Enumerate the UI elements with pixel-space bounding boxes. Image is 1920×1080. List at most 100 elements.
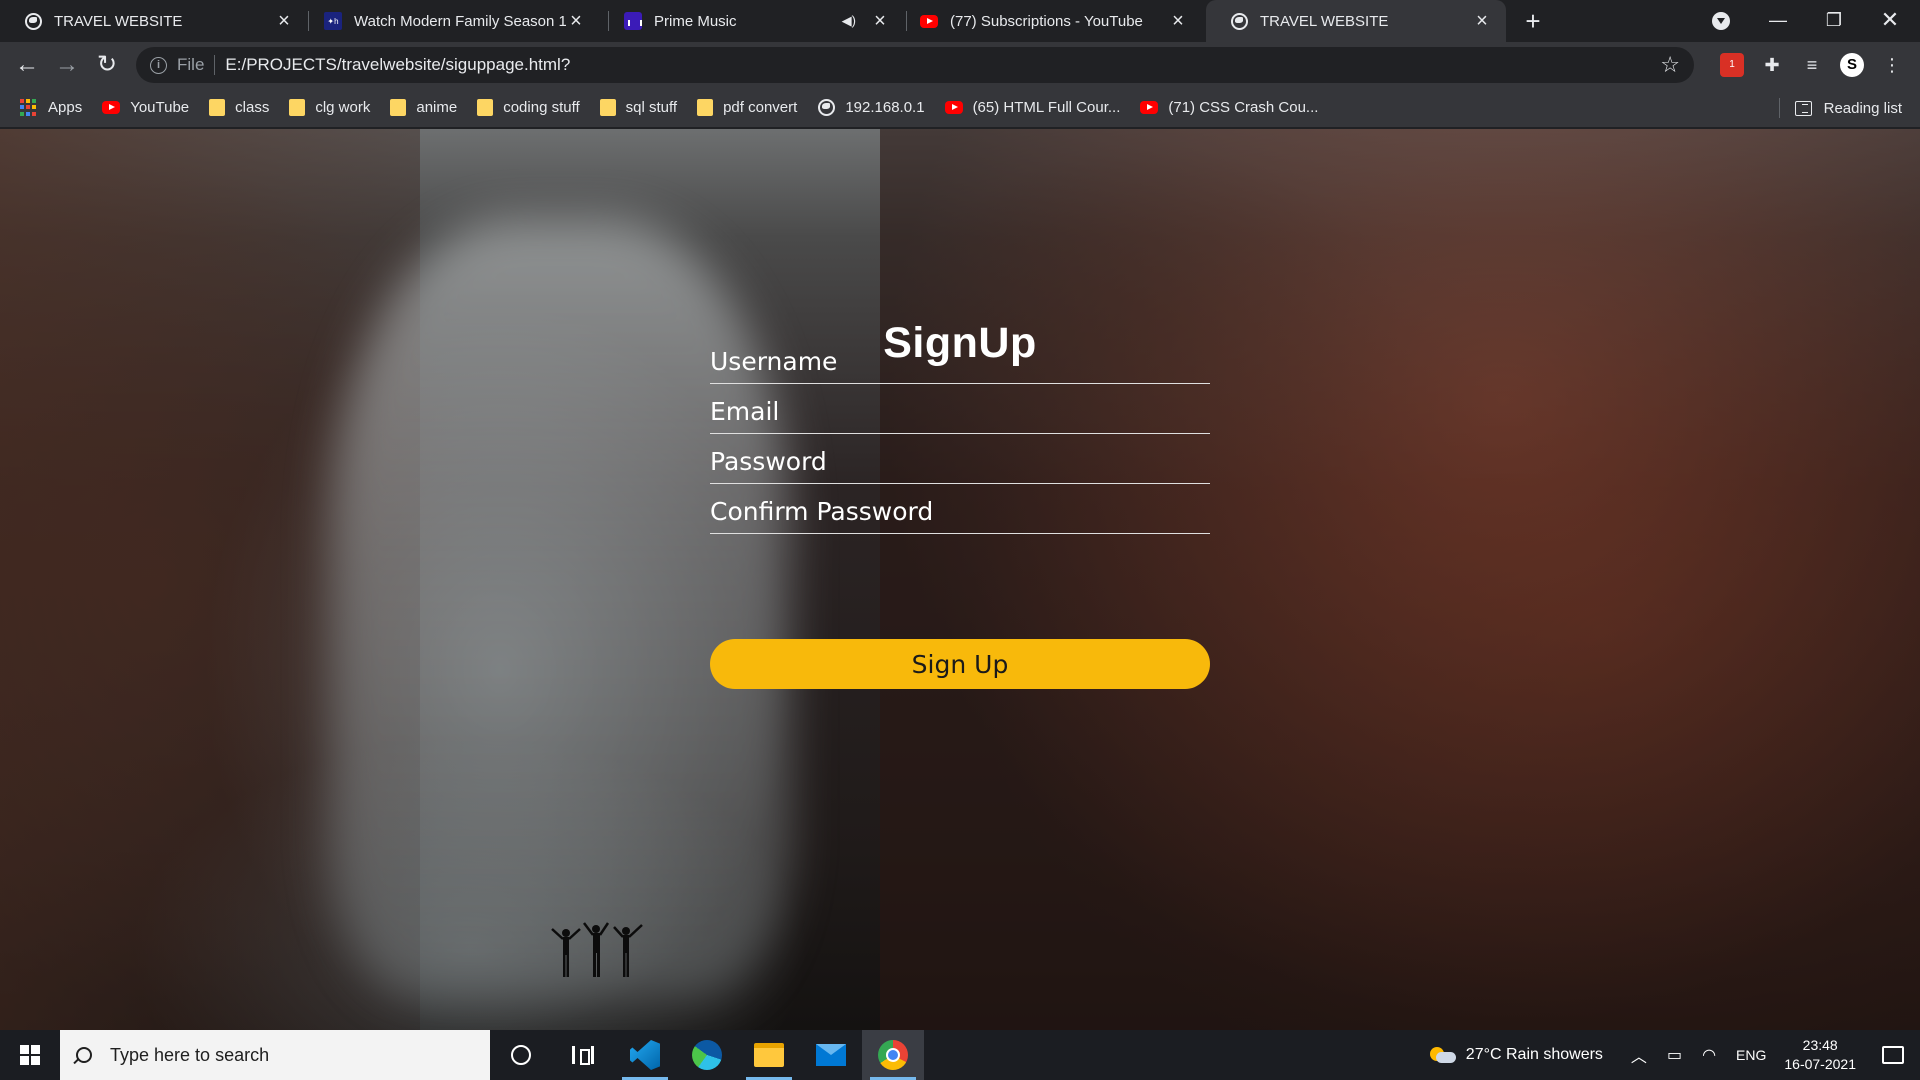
tab-title: Watch Modern Family Season 1 E bbox=[354, 12, 566, 30]
scheme-label: File bbox=[177, 55, 205, 74]
email-field[interactable] bbox=[710, 384, 1210, 434]
password-field[interactable] bbox=[710, 434, 1210, 484]
page-viewport: SignUp Sign Up bbox=[0, 129, 1920, 1030]
bookmark-label: anime bbox=[416, 99, 458, 116]
info-icon[interactable]: i bbox=[150, 56, 167, 74]
bookmark-folder-class[interactable]: class bbox=[209, 99, 269, 116]
speaker-muted-icon[interactable]: ◀) bbox=[842, 13, 856, 29]
weather-rain-icon[interactable] bbox=[1429, 1045, 1456, 1065]
mail-taskbar-button[interactable] bbox=[800, 1030, 862, 1080]
bookmark-folder-coding-stuff[interactable]: coding stuff bbox=[477, 99, 580, 116]
menu-kebab-icon[interactable]: ⋮ bbox=[1880, 53, 1904, 77]
background-cliff-right bbox=[880, 129, 1920, 1030]
tab-youtube-subscriptions[interactable]: (77) Subscriptions - YouTube × bbox=[906, 0, 1202, 42]
bookmark-star-icon[interactable]: ☆ bbox=[1660, 52, 1680, 78]
username-field[interactable] bbox=[710, 334, 1210, 384]
restore-button[interactable]: ❐ bbox=[1806, 0, 1862, 42]
edge-taskbar-button[interactable] bbox=[676, 1030, 738, 1080]
taskbar-search-box[interactable]: Type here to search bbox=[60, 1030, 490, 1080]
tab-search-icon[interactable] bbox=[1712, 12, 1730, 30]
minimize-button[interactable]: — bbox=[1750, 0, 1806, 42]
globe-icon bbox=[817, 99, 835, 117]
close-tab-icon[interactable]: × bbox=[274, 11, 294, 31]
clock[interactable]: 23:48 16-07-2021 bbox=[1784, 1036, 1856, 1074]
task-view-button[interactable] bbox=[552, 1030, 614, 1080]
bookmark-label: (65) HTML Full Cour... bbox=[972, 99, 1121, 116]
close-tab-icon[interactable]: × bbox=[870, 11, 890, 31]
cortana-button[interactable] bbox=[490, 1030, 552, 1080]
notification-center-icon[interactable] bbox=[1882, 1046, 1904, 1064]
media-control-icon[interactable]: ≡ bbox=[1800, 53, 1824, 77]
bookmarks-divider bbox=[1779, 98, 1780, 118]
close-tab-icon[interactable]: × bbox=[1472, 11, 1492, 31]
bookmark-label: 192.168.0.1 bbox=[845, 99, 925, 116]
bookmark-label: class bbox=[235, 99, 270, 116]
close-tab-icon[interactable]: × bbox=[1168, 11, 1188, 31]
reading-list-label: Reading list bbox=[1823, 99, 1902, 117]
folder-icon bbox=[754, 1043, 784, 1067]
bookmark-label: YouTube bbox=[130, 99, 190, 116]
bookmark-label: pdf convert bbox=[723, 99, 798, 116]
bookmark-html-course[interactable]: (65) HTML Full Cour... bbox=[944, 99, 1121, 116]
reading-list-icon bbox=[1794, 100, 1812, 116]
bookmark-folder-anime[interactable]: anime bbox=[390, 99, 457, 116]
apps-grid-icon bbox=[20, 98, 38, 117]
globe-icon bbox=[1230, 12, 1248, 30]
cortana-icon bbox=[511, 1045, 531, 1065]
sign-up-button[interactable]: Sign Up bbox=[710, 639, 1210, 689]
tab-travel-website-1[interactable]: TRAVEL WEBSITE × bbox=[0, 0, 308, 42]
extensions-puzzle-icon[interactable]: ✚ bbox=[1760, 53, 1784, 77]
language-indicator[interactable]: ENG bbox=[1736, 1047, 1766, 1063]
people-silhouette-image bbox=[551, 922, 643, 977]
url-text[interactable]: E:/PROJECTS/travelwebsite/siguppage.html… bbox=[225, 55, 570, 75]
new-tab-button[interactable]: + bbox=[1520, 8, 1546, 34]
tab-modern-family[interactable]: ✦h Watch Modern Family Season 1 E × bbox=[310, 0, 600, 42]
weather-text[interactable]: 27°C Rain showers bbox=[1466, 1046, 1603, 1064]
bookmark-folder-clg-work[interactable]: clg work bbox=[289, 99, 370, 116]
confirm-password-field[interactable] bbox=[710, 484, 1210, 534]
search-placeholder: Type here to search bbox=[110, 1044, 270, 1065]
start-button[interactable] bbox=[0, 1030, 60, 1080]
edge-icon bbox=[692, 1040, 722, 1070]
youtube-icon bbox=[102, 101, 121, 114]
folder-icon bbox=[599, 99, 616, 116]
tab-divider bbox=[608, 11, 609, 31]
vscode-taskbar-button[interactable] bbox=[614, 1030, 676, 1080]
bookmark-css-crash-course[interactable]: (71) CSS Crash Cou... bbox=[1140, 99, 1318, 116]
tab-divider bbox=[308, 11, 309, 31]
extension-badge-icon[interactable]: 1 bbox=[1720, 53, 1744, 77]
bookmark-folder-sql-stuff[interactable]: sql stuff bbox=[599, 99, 678, 116]
tab-travel-website-active[interactable]: TRAVEL WEBSITE × bbox=[1206, 0, 1506, 42]
bookmarks-bar: Apps YouTube class clg work anime coding… bbox=[0, 88, 1920, 128]
extension-badge-count: 1 bbox=[1729, 59, 1735, 70]
bookmark-folder-pdf-convert[interactable]: pdf convert bbox=[697, 99, 797, 116]
bookmark-router[interactable]: 192.168.0.1 bbox=[817, 99, 925, 117]
folder-icon bbox=[697, 99, 714, 116]
file-explorer-taskbar-button[interactable] bbox=[738, 1030, 800, 1080]
bookmark-label: sql stuff bbox=[625, 99, 678, 116]
chevron-up-icon[interactable]: ︿ bbox=[1631, 1043, 1647, 1067]
back-arrow-icon[interactable]: ← bbox=[11, 49, 43, 81]
battery-icon[interactable]: ▭ bbox=[1667, 1045, 1682, 1065]
reload-icon[interactable]: ↻ bbox=[91, 49, 123, 81]
tab-title: TRAVEL WEBSITE bbox=[1260, 12, 1389, 30]
bookmark-youtube[interactable]: YouTube bbox=[102, 99, 189, 116]
reading-list-button[interactable]: Reading list bbox=[1794, 88, 1902, 128]
bookmark-label: coding stuff bbox=[503, 99, 580, 116]
vscode-icon bbox=[630, 1040, 660, 1070]
profile-avatar[interactable]: S bbox=[1840, 53, 1864, 77]
bookmark-label: Apps bbox=[48, 99, 83, 116]
forward-arrow-icon[interactable]: → bbox=[51, 49, 83, 81]
close-tab-icon[interactable]: × bbox=[566, 11, 586, 31]
close-window-button[interactable]: ✕ bbox=[1862, 0, 1918, 42]
chrome-icon bbox=[878, 1040, 908, 1070]
address-bar[interactable]: i File E:/PROJECTS/travelwebsite/siguppa… bbox=[136, 47, 1694, 83]
bookmark-apps[interactable]: Apps bbox=[20, 98, 83, 117]
chrome-taskbar-button[interactable] bbox=[862, 1030, 924, 1080]
tab-strip: TRAVEL WEBSITE × ✦h Watch Modern Family … bbox=[0, 0, 1920, 42]
search-icon bbox=[76, 1047, 92, 1063]
tab-prime-music[interactable]: Prime Music ◀) × bbox=[610, 0, 904, 42]
wifi-icon[interactable]: ◠ bbox=[1702, 1045, 1716, 1065]
folder-icon bbox=[477, 99, 494, 116]
folder-icon bbox=[390, 99, 407, 116]
